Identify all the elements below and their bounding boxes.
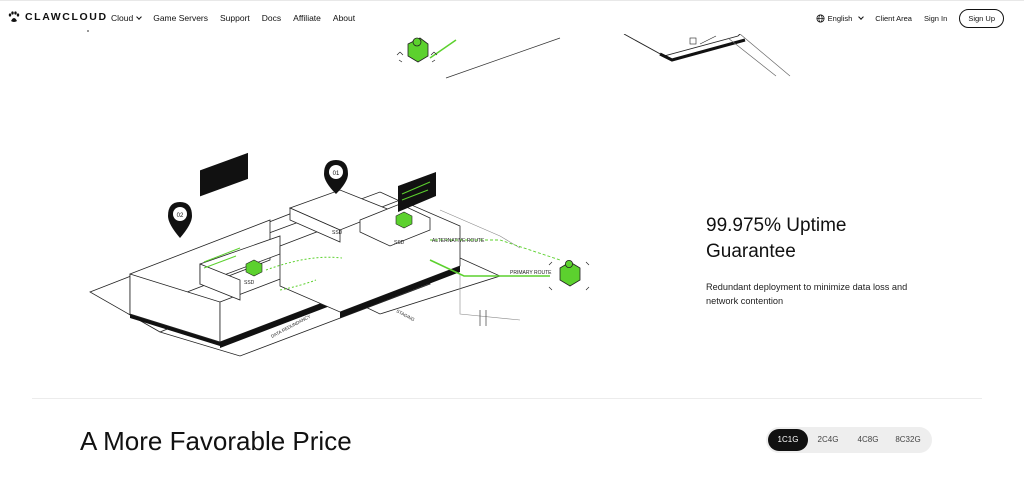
sign-in-link[interactable]: Sign In: [924, 14, 947, 23]
tab-2c4g[interactable]: 2C4G: [808, 429, 848, 451]
plan-tabs: 1C1G 2C4G 4C8G 8C32G: [766, 427, 932, 453]
primary-route-label: PRIMARY ROUTE: [510, 270, 552, 276]
chevron-down-icon: [858, 13, 865, 20]
menu-about[interactable]: About: [333, 13, 355, 23]
ssd-label-1: SSD: [332, 230, 343, 236]
menu-affiliate[interactable]: Affiliate: [293, 13, 321, 23]
decorative-dot: [87, 30, 89, 32]
globe-icon: [816, 14, 825, 23]
brand-logo[interactable]: CLAWCLOUD: [8, 11, 108, 23]
language-selector[interactable]: English: [816, 13, 865, 23]
sign-up-button[interactable]: Sign Up: [959, 9, 1004, 28]
tab-8c32g[interactable]: 8C32G: [888, 429, 928, 451]
menu-cloud[interactable]: Cloud: [111, 13, 143, 23]
location-marker-02: 02: [168, 202, 192, 238]
menu-game-servers[interactable]: Game Servers: [153, 13, 208, 23]
ssd-label-2: SSD: [394, 240, 405, 246]
location-marker-01: 01: [324, 160, 348, 194]
tab-4c8g[interactable]: 4C8G: [848, 429, 888, 451]
marker-01-label: 01: [333, 171, 340, 177]
client-area-link[interactable]: Client Area: [875, 14, 912, 23]
ssd-label-3: SSD: [244, 280, 255, 286]
feature-title: 99.975% Uptime Guarantee: [706, 215, 847, 262]
nav-actions: English Client Area Sign In Sign Up: [816, 9, 1004, 28]
redundancy-illustration: ALTERNATIVE ROUTE PRIMARY ROUTE SSD SSD …: [89, 152, 590, 357]
menu-docs[interactable]: Docs: [262, 13, 281, 23]
language-label: English: [827, 14, 853, 23]
top-navbar: CLAWCLOUD Cloud Game Servers Support Doc…: [0, 0, 1024, 34]
brand-name: CLAWCLOUD: [25, 11, 108, 23]
tab-1c1g[interactable]: 1C1G: [768, 429, 808, 451]
main-menu: Cloud Game Servers Support Docs Affiliat…: [111, 13, 355, 23]
ground-label-2: STAGING: [396, 308, 416, 322]
top-illustration: [396, 34, 791, 79]
pricing-title: A More Favorable Price: [80, 426, 352, 456]
section-divider: [32, 398, 982, 399]
feature-description: Redundant deployment to minimize data lo…: [706, 282, 908, 306]
location-pin-icon: [407, 37, 429, 63]
alternative-route-label: ALTERNATIVE ROUTE: [432, 238, 485, 244]
marker-02-label: 02: [177, 213, 184, 219]
chevron-down-icon: [136, 14, 143, 20]
user-endpoint-icon: [548, 260, 590, 291]
menu-support[interactable]: Support: [220, 13, 250, 23]
paw-icon: [8, 11, 20, 22]
menu-cloud-label: Cloud: [111, 13, 134, 23]
